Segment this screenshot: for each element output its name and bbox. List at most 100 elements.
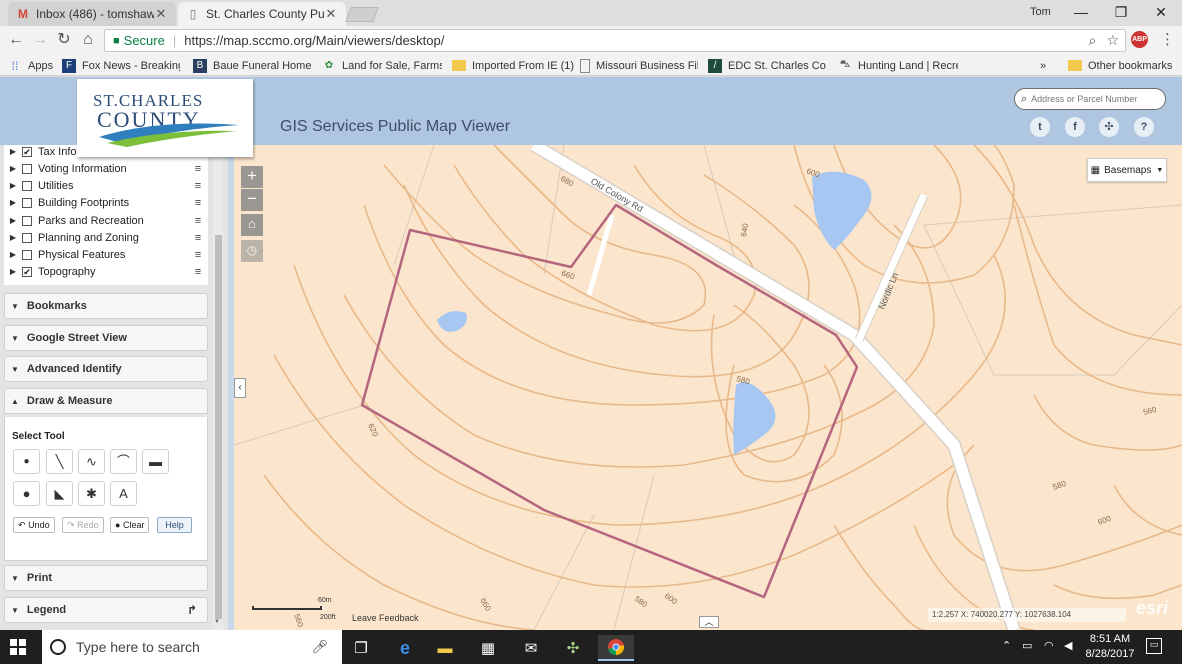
new-tab-button[interactable] bbox=[345, 7, 379, 22]
mail-icon[interactable]: ✉ bbox=[513, 635, 549, 661]
wifi-icon[interactable]: ◠ bbox=[1044, 639, 1054, 652]
tab-st-charles[interactable]: ▯ St. Charles County Public ✕ bbox=[178, 2, 346, 26]
layer-checkbox[interactable] bbox=[22, 180, 32, 191]
layer-menu-icon[interactable]: ≡ bbox=[188, 197, 208, 209]
back-icon[interactable]: ← bbox=[6, 30, 26, 50]
layer-checkbox[interactable]: ✔ bbox=[22, 266, 32, 277]
expand-arrow-icon[interactable]: ▶ bbox=[4, 147, 22, 156]
close-window-icon[interactable]: ✕ bbox=[1146, 2, 1176, 22]
map-view[interactable]: Old Colony Rd Nordic Ln 680 660 640 600 … bbox=[234, 145, 1182, 630]
map-canvas[interactable]: Old Colony Rd Nordic Ln 680 660 640 600 … bbox=[234, 145, 1182, 630]
expand-arrow-icon[interactable]: ▶ bbox=[4, 181, 22, 190]
system-clock[interactable]: 8:51 AM 8/28/2017 bbox=[1080, 632, 1140, 662]
polygon-tool-icon[interactable]: ◣ bbox=[46, 481, 73, 506]
county-logo[interactable]: ST.CHARLES COUNTY bbox=[77, 79, 253, 157]
layer-menu-icon[interactable]: ≡ bbox=[188, 215, 208, 227]
bookmark-missouri[interactable]: Missouri Business Fili bbox=[580, 58, 698, 73]
microphone-icon[interactable]: 🎤︎ bbox=[311, 639, 328, 655]
layer-checkbox[interactable] bbox=[22, 163, 32, 174]
layer-item-parks-and-recreation[interactable]: ▶ Parks and Recreation ≡ bbox=[4, 212, 208, 229]
layer-item-voting-information[interactable]: ▶ Voting Information ≡ bbox=[4, 160, 208, 177]
star-icon[interactable]: ☆ bbox=[1106, 32, 1119, 49]
facebook-icon[interactable]: f bbox=[1065, 117, 1085, 137]
redo-button[interactable]: ↷ Redo bbox=[62, 517, 104, 533]
rectangle-tool-icon[interactable]: ▬ bbox=[142, 449, 169, 474]
url-text[interactable]: https://map.sccmo.org/Main/viewers/deskt… bbox=[184, 33, 444, 48]
bookmark-foxnews[interactable]: F Fox News - Breaking bbox=[62, 58, 180, 73]
zoom-in-button[interactable]: + bbox=[241, 166, 263, 188]
polyline-tool-icon[interactable]: ∿ bbox=[78, 449, 105, 474]
expand-arrow-icon[interactable]: ▶ bbox=[4, 267, 22, 276]
layer-item-planning-and-zoning[interactable]: ▶ Planning and Zoning ≡ bbox=[4, 229, 208, 246]
chrome-icon[interactable] bbox=[598, 635, 634, 661]
locate-button[interactable]: ◷ bbox=[241, 240, 263, 262]
collapse-sidebar-icon[interactable]: ‹ bbox=[234, 378, 246, 398]
taskbar-search-input[interactable] bbox=[76, 639, 306, 655]
layer-menu-icon[interactable]: ≡ bbox=[188, 266, 208, 278]
home-icon[interactable]: ⌂ bbox=[78, 30, 98, 50]
help-button[interactable]: Help bbox=[157, 517, 192, 533]
tray-overflow-icon[interactable]: ⌃ bbox=[1002, 639, 1011, 652]
help-icon[interactable]: ? bbox=[1134, 117, 1154, 137]
forward-icon[interactable]: → bbox=[30, 30, 50, 50]
panel-legend[interactable]: ▼ Legend ↱ bbox=[4, 597, 208, 623]
home-extent-button[interactable]: ⌂ bbox=[241, 214, 263, 236]
bookmark-imported[interactable]: Imported From IE (1) bbox=[452, 58, 574, 73]
layer-item-utilities[interactable]: ▶ Utilities ≡ bbox=[4, 177, 208, 194]
store-icon[interactable]: ▦ bbox=[470, 635, 506, 661]
edge-icon[interactable]: e bbox=[387, 635, 423, 661]
close-tab-icon[interactable]: ✕ bbox=[154, 6, 168, 22]
volume-icon[interactable]: ◀ bbox=[1064, 639, 1072, 652]
address-search-input[interactable] bbox=[1031, 94, 1154, 104]
notification-icon[interactable]: ▭ bbox=[1146, 638, 1162, 654]
expand-arrow-icon[interactable]: ▶ bbox=[4, 250, 22, 259]
layer-checkbox[interactable] bbox=[22, 232, 32, 243]
basemaps-button[interactable]: ▦ Basemaps ▼ bbox=[1087, 158, 1167, 182]
point-tool-icon[interactable]: ● bbox=[13, 449, 40, 474]
address-bar[interactable]: ■ Secure | https://map.sccmo.org/Main/vi… bbox=[104, 29, 1126, 52]
tab-inbox[interactable]: M Inbox (486) - tomshawjr@... ✕ bbox=[8, 2, 176, 26]
windows-start-icon[interactable] bbox=[10, 639, 26, 655]
minimize-icon[interactable]: — bbox=[1066, 2, 1096, 22]
panel-print[interactable]: ▼ Print bbox=[4, 565, 208, 591]
app-icon[interactable]: ✣ bbox=[555, 635, 591, 661]
layer-menu-icon[interactable]: ≡ bbox=[188, 163, 208, 175]
task-view-icon[interactable]: ❐ bbox=[343, 635, 379, 661]
undo-button[interactable]: ↶ Undo bbox=[13, 517, 55, 533]
bookmark-baue[interactable]: B Baue Funeral Homes bbox=[193, 58, 311, 73]
bookmark-hunting[interactable]: ⛍ Hunting Land | Recre bbox=[838, 58, 958, 73]
restore-icon[interactable]: ❐ bbox=[1106, 2, 1136, 22]
layer-checkbox[interactable]: ✔ bbox=[22, 146, 32, 157]
twitter-icon[interactable]: t bbox=[1030, 117, 1050, 137]
layer-item-building-footprints[interactable]: ▶ Building Footprints ≡ bbox=[4, 194, 208, 211]
scroll-down-icon[interactable]: ▼ bbox=[214, 619, 220, 625]
layer-checkbox[interactable] bbox=[22, 249, 32, 260]
expand-arrow-icon[interactable]: ▶ bbox=[4, 198, 22, 207]
panel-draw-measure[interactable]: ▲ Draw & Measure bbox=[4, 388, 208, 414]
battery-icon[interactable]: ▭ bbox=[1022, 639, 1032, 652]
parcel-boundary[interactable] bbox=[360, 203, 859, 599]
expand-arrow-icon[interactable]: ▶ bbox=[4, 164, 22, 173]
bookmark-other[interactable]: Other bookmarks bbox=[1068, 58, 1178, 73]
tools-icon[interactable]: ✣ bbox=[1099, 117, 1119, 137]
zoom-out-button[interactable]: − bbox=[241, 189, 263, 211]
chrome-menu-icon[interactable]: ⋮ bbox=[1160, 30, 1175, 48]
popout-icon[interactable]: ↱ bbox=[187, 603, 197, 617]
layer-menu-icon[interactable]: ≡ bbox=[188, 232, 208, 244]
expand-arrow-icon[interactable]: ▶ bbox=[4, 216, 22, 225]
file-explorer-icon[interactable]: ▬ bbox=[427, 635, 463, 661]
panel-bookmarks[interactable]: ▼ Bookmarks bbox=[4, 293, 208, 319]
expand-arrow-icon[interactable]: ▶ bbox=[4, 233, 22, 242]
panel-google-street-view[interactable]: ▼ Google Street View bbox=[4, 325, 208, 351]
search-icon[interactable]: ⌕ bbox=[1089, 32, 1097, 49]
freehand-polygon-tool-icon[interactable]: ✱ bbox=[78, 481, 105, 506]
clear-button[interactable]: ● Clear bbox=[110, 517, 150, 533]
bookmark-apps[interactable]: ⁞⁞ Apps bbox=[8, 58, 58, 73]
bookmark-edc[interactable]: / EDC St. Charles Coun bbox=[708, 58, 826, 73]
freehand-line-tool-icon[interactable]: ⌒ bbox=[110, 449, 137, 474]
profile-name[interactable]: Tom bbox=[1030, 6, 1051, 18]
layer-menu-icon[interactable]: ≡ bbox=[188, 249, 208, 261]
line-tool-icon[interactable]: ╲ bbox=[46, 449, 73, 474]
sidebar-scrollbar-thumb[interactable] bbox=[215, 235, 222, 619]
layer-item-topography[interactable]: ▶ ✔ Topography ≡ bbox=[4, 263, 208, 280]
